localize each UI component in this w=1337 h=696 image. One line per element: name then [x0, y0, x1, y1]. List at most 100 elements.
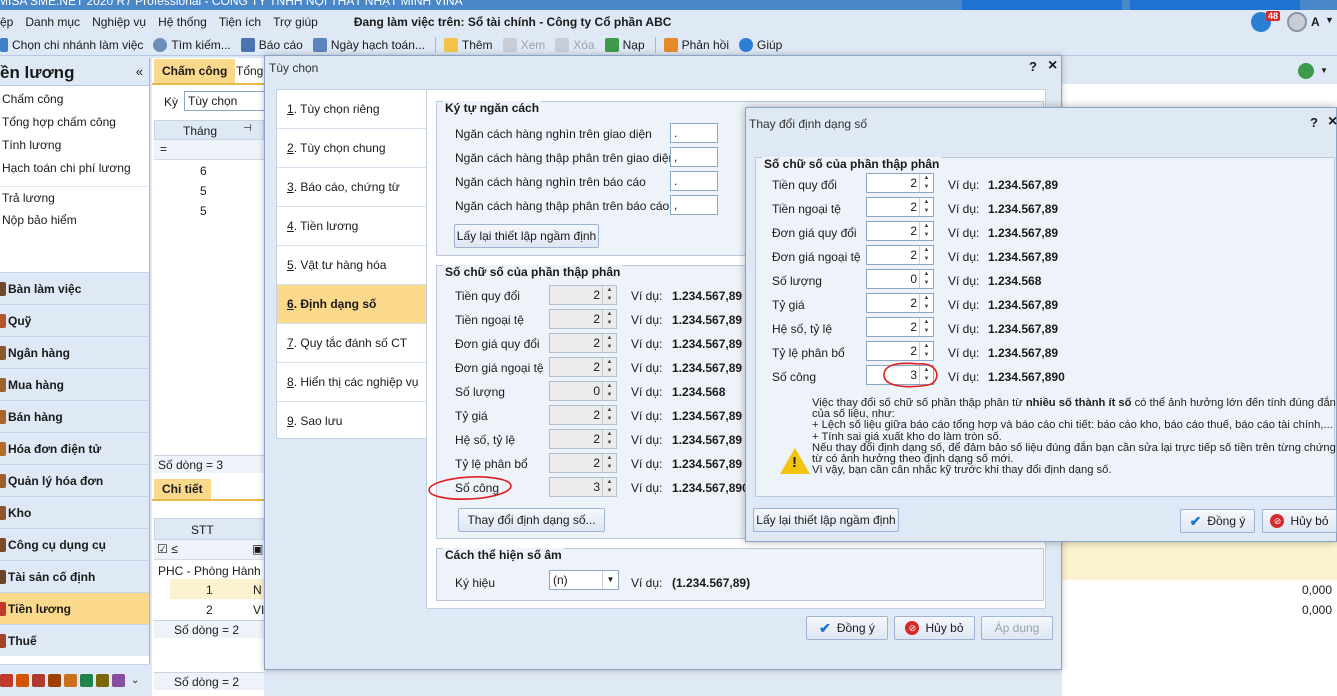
format-decimal-spinner[interactable]: 2 ▲ ▼ [866, 245, 934, 265]
nav-cong-cu-dung-cu[interactable]: Công cụ dụng cụ [0, 528, 149, 560]
filter-equals-icon[interactable]: = [160, 142, 167, 156]
nav-ngan-hang[interactable]: Ngân hàng [0, 336, 149, 368]
shortcut-icon-8[interactable] [112, 674, 125, 687]
options-apply-button[interactable]: Áp dụng [981, 616, 1053, 640]
format-decimal-spinner[interactable]: 2 ▲ ▼ [866, 293, 934, 313]
format-close-icon[interactable]: × [1328, 113, 1337, 131]
sep-input[interactable]: , [670, 195, 718, 215]
pin-icon[interactable]: ⊣ [243, 123, 252, 134]
nav-tai-san-co-dinh[interactable]: Tài sản cố định [0, 560, 149, 592]
user-menu-chevron-icon[interactable]: ▼ [1325, 15, 1334, 25]
table-row[interactable]: 1 [206, 583, 213, 597]
format-decimal-spinner[interactable]: 2 ▲ ▼ [866, 317, 934, 337]
sep-input[interactable]: , [670, 147, 718, 167]
format-help-icon[interactable]: ? [1310, 115, 1318, 130]
title-button-2[interactable] [1130, 0, 1300, 10]
view-button[interactable]: Xem [502, 37, 545, 52]
separator-reset-button[interactable]: Lấy lại thiết lập ngầm định [454, 224, 599, 248]
load-button[interactable]: Nạp [604, 37, 645, 52]
branch-button[interactable]: Chọn chi nhánh làm việc [0, 37, 143, 52]
shortcut-icon-5[interactable] [64, 674, 77, 687]
spinner-arrows-icon[interactable]: ▲ ▼ [919, 318, 933, 336]
list-item[interactable]: 5 [200, 204, 207, 218]
spinner-arrows-icon[interactable]: ▲ ▼ [602, 382, 616, 400]
collapse-panel-icon[interactable]: « [136, 64, 143, 79]
help-button[interactable]: Giúp [739, 37, 782, 52]
shortcut-icon-3[interactable] [32, 674, 45, 687]
format-cancel-button[interactable]: ⊘ Hủy bỏ [1262, 509, 1337, 533]
options-cancel-button[interactable]: ⊘ Hủy bỏ [894, 616, 975, 640]
more-shortcuts-icon[interactable]: ⌄ [131, 675, 139, 686]
decimal-spinner[interactable]: 2 ▲ ▼ [549, 429, 617, 449]
link-hach-toan-chi-phi-luong[interactable]: Hạch toán chi phí lương [0, 157, 149, 180]
user-avatar-icon[interactable] [1287, 12, 1307, 32]
spinner-arrows-icon[interactable]: ▲ ▼ [919, 174, 933, 192]
decimal-spinner[interactable]: 2 ▲ ▼ [549, 357, 617, 377]
decimal-spinner[interactable]: 0 ▲ ▼ [549, 381, 617, 401]
period-select[interactable]: Tùy chọn [184, 91, 266, 111]
tab-quy-tac-danh-so[interactable]: 7. Quy tắc đánh số CT [277, 324, 427, 363]
format-reset-button[interactable]: Lấy lại thiết lập ngầm định [753, 508, 899, 532]
change-format-button[interactable]: Thay đổi định dạng số... [458, 508, 605, 532]
nav-tien-luong[interactable]: Tiền lương [0, 592, 149, 624]
menu-item-partial[interactable]: ệp [0, 15, 13, 29]
decimal-spinner[interactable]: 2 ▲ ▼ [549, 309, 617, 329]
spinner-arrows-icon[interactable]: ▲ ▼ [919, 270, 933, 288]
nav-hoa-don-dien-tu[interactable]: Hóa đơn điện tử [0, 432, 149, 464]
negative-symbol-select[interactable]: (n) ▼ [549, 570, 619, 590]
decimal-spinner[interactable]: 3 ▲ ▼ [549, 477, 617, 497]
group-row[interactable]: PHC - Phòng Hành [158, 564, 261, 578]
spinner-arrows-icon[interactable]: ▲ ▼ [602, 310, 616, 328]
spinner-arrows-icon[interactable]: ▲ ▼ [919, 342, 933, 360]
tab-vat-tu-hang-hoa[interactable]: 5. Vật tư hàng hóa [277, 246, 427, 285]
spinner-arrows-icon[interactable]: ▲ ▼ [602, 286, 616, 304]
tab-tuy-chon-chung[interactable]: 2. Tùy chọn chung [277, 129, 427, 168]
spinner-arrows-icon[interactable]: ▲ ▼ [602, 406, 616, 424]
nav-ban-lam-viec[interactable]: Bàn làm việc [0, 272, 149, 304]
sep-input[interactable]: . [670, 171, 718, 191]
link-tra-luong[interactable]: Trả lương [0, 186, 149, 209]
tab-hien-thi-nghiep-vu[interactable]: 8. Hiển thị các nghiệp vụ [277, 363, 427, 402]
link-cham-cong[interactable]: Chấm công [0, 88, 149, 111]
post-date-button[interactable]: Ngày hạch toán... [312, 37, 425, 52]
nav-mua-hang[interactable]: Mua hàng [0, 368, 149, 400]
options-ok-button[interactable]: ✔ Đồng ý [806, 616, 888, 640]
spinner-arrows-icon[interactable]: ▲ ▼ [602, 334, 616, 352]
feedback-button[interactable]: Phản hồi [663, 37, 729, 52]
table-row[interactable]: 2 [206, 603, 213, 617]
options-help-icon[interactable]: ? [1029, 59, 1037, 74]
link-nop-bao-hiem[interactable]: Nộp bảo hiểm [0, 209, 149, 232]
shortcut-icon-1[interactable] [0, 674, 13, 687]
search-button[interactable]: Tìm kiếm... [153, 37, 231, 52]
spinner-arrows-icon[interactable]: ▲ ▼ [602, 430, 616, 448]
decimal-spinner[interactable]: 2 ▲ ▼ [549, 405, 617, 425]
add-button[interactable]: Thêm [443, 37, 493, 52]
menu-item-he-thong[interactable]: Hệ thống [158, 15, 207, 29]
spinner-arrows-icon[interactable]: ▲ ▼ [919, 222, 933, 240]
decimal-spinner[interactable]: 2 ▲ ▼ [549, 453, 617, 473]
options-close-icon[interactable]: × [1048, 57, 1057, 75]
tab-bao-cao-chung-tu[interactable]: 3. Báo cáo, chứng từ [277, 168, 427, 207]
user-name[interactable]: A [1311, 15, 1320, 29]
nav-thue[interactable]: Thuế [0, 624, 149, 656]
format-decimal-spinner[interactable]: 2 ▲ ▼ [866, 341, 934, 361]
format-decimal-spinner[interactable]: 0 ▲ ▼ [866, 269, 934, 289]
link-tong-hop-cham-cong[interactable]: Tổng hợp chấm công [0, 111, 149, 134]
tab-tien-luong[interactable]: 4. Tiền lương [277, 207, 427, 246]
menu-item-nghiep-vu[interactable]: Nghiệp vụ [92, 15, 146, 29]
col-header-month[interactable]: Tháng [183, 124, 217, 138]
menu-item-tro-giup[interactable]: Trợ giúp [273, 15, 318, 29]
decimal-spinner[interactable]: 2 ▲ ▼ [549, 285, 617, 305]
report-button[interactable]: Báo cáo [240, 37, 303, 52]
shortcut-icon-6[interactable] [80, 674, 93, 687]
list-item[interactable]: 6 [200, 164, 207, 178]
table-cell[interactable]: VI [253, 603, 264, 617]
format-decimal-spinner[interactable]: 2 ▲ ▼ [866, 173, 934, 193]
shortcut-icon-7[interactable] [96, 674, 109, 687]
filter-box-icon[interactable]: ▣ [252, 542, 263, 556]
menu-item-tien-ich[interactable]: Tiện ích [219, 15, 261, 29]
spinner-arrows-icon[interactable]: ▲ ▼ [919, 198, 933, 216]
spinner-arrows-icon[interactable]: ▲ ▼ [919, 366, 933, 384]
delete-button[interactable]: Xóa [555, 37, 595, 52]
tab-sao-luu[interactable]: 9. Sao lưu [277, 402, 427, 441]
